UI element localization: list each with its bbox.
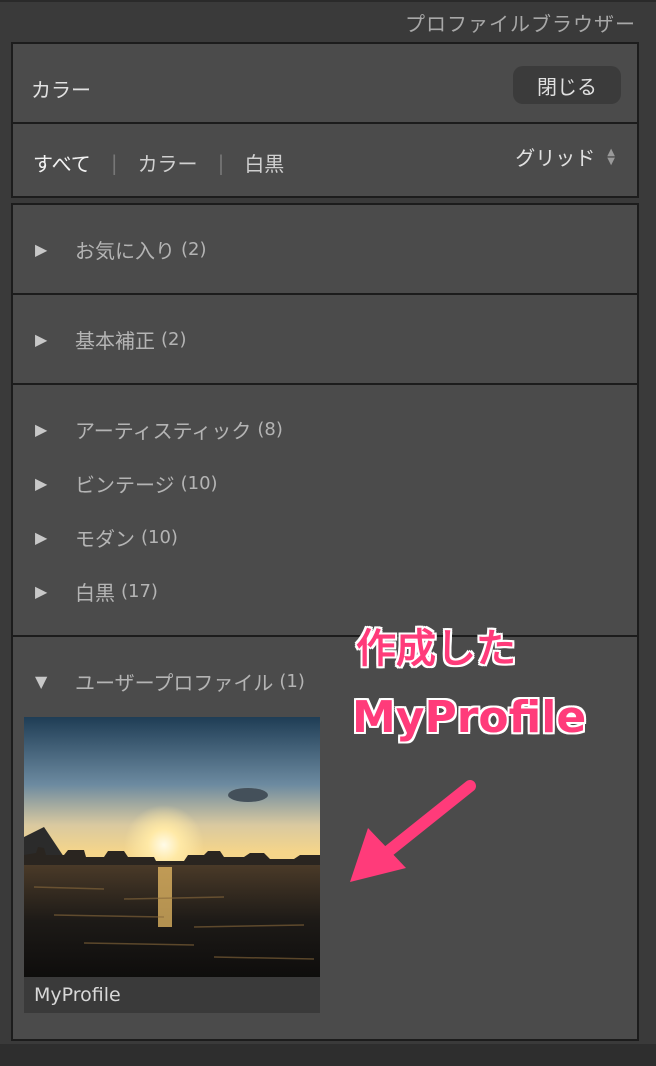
group-label: モダン: [75, 527, 135, 551]
view-mode-select[interactable]: グリッド ▲ ▼: [515, 142, 615, 171]
group-divider: [13, 383, 637, 385]
tab-color[interactable]: カラー: [138, 148, 198, 177]
tab-all[interactable]: すべて: [33, 148, 91, 177]
updown-arrows-icon: ▲ ▼: [607, 146, 615, 167]
triangle-right-icon: ▶: [35, 528, 48, 547]
group-artistic[interactable]: ▶ アーティスティック (8): [35, 415, 283, 444]
sunset-photo: [24, 717, 320, 977]
group-label: 白黒: [75, 581, 115, 605]
group-vintage[interactable]: ▶ ビンテージ (10): [35, 469, 218, 498]
thumbnail-label: MyProfile: [24, 977, 320, 1013]
tab-separator: |: [110, 150, 118, 175]
bottom-bar: [0, 1044, 656, 1066]
group-label: お気に入り: [75, 239, 175, 263]
group-bw[interactable]: ▶ 白黒 (17): [35, 577, 158, 606]
triangle-right-icon: ▶: [35, 474, 48, 493]
group-count: (8): [257, 419, 283, 440]
annotation-line-2: MyProfile: [352, 692, 587, 743]
group-modern[interactable]: ▶ モダン (10): [35, 523, 178, 552]
group-label: 基本補正: [75, 329, 155, 353]
group-basic[interactable]: ▶ 基本補正 (2): [35, 325, 187, 354]
close-button[interactable]: 閉じる: [513, 66, 621, 104]
annotation-line-1: 作成した: [356, 626, 516, 672]
group-count: (10): [141, 527, 178, 548]
triangle-right-icon: ▶: [35, 582, 48, 601]
group-divider: [13, 293, 637, 295]
group-label: ビンテージ: [75, 473, 175, 497]
annotation-arrow-icon: [350, 780, 476, 882]
group-label: アーティスティック: [75, 419, 252, 443]
group-count: (10): [180, 473, 218, 494]
group-count: (1): [279, 671, 305, 692]
profile-list-box: ▶ お気に入り (2) ▶ 基本補正 (2) ▶ アーティスティック (8) ▶…: [11, 203, 639, 1041]
group-divider: [13, 635, 637, 637]
triangle-right-icon: ▶: [35, 330, 48, 349]
tab-bw[interactable]: 白黒: [244, 148, 284, 177]
group-user-profiles[interactable]: ▼ ユーザープロファイル (1): [35, 667, 305, 696]
group-count: (2): [181, 239, 207, 260]
group-count: (2): [161, 329, 187, 350]
filter-tabs: すべて | カラー | 白黒: [33, 148, 284, 177]
current-treatment-label: カラー: [31, 78, 91, 102]
group-count: (17): [121, 581, 158, 602]
profile-thumbnail-myprofile[interactable]: MyProfile: [24, 717, 320, 1013]
group-label: ユーザープロファイル: [75, 671, 274, 695]
panel-title: プロファイルブラウザー: [405, 12, 636, 36]
triangle-down-icon: ▼: [35, 672, 48, 691]
view-mode-label: グリッド: [515, 146, 596, 170]
top-border: [0, 0, 656, 2]
profile-header-box: カラー 閉じる すべて | カラー | 白黒 グリッド ▲ ▼: [11, 42, 639, 198]
triangle-right-icon: ▶: [35, 240, 48, 259]
tab-separator: |: [217, 150, 225, 175]
triangle-right-icon: ▶: [35, 420, 48, 439]
group-favorites[interactable]: ▶ お気に入り (2): [35, 235, 207, 264]
header-divider: [13, 122, 637, 124]
